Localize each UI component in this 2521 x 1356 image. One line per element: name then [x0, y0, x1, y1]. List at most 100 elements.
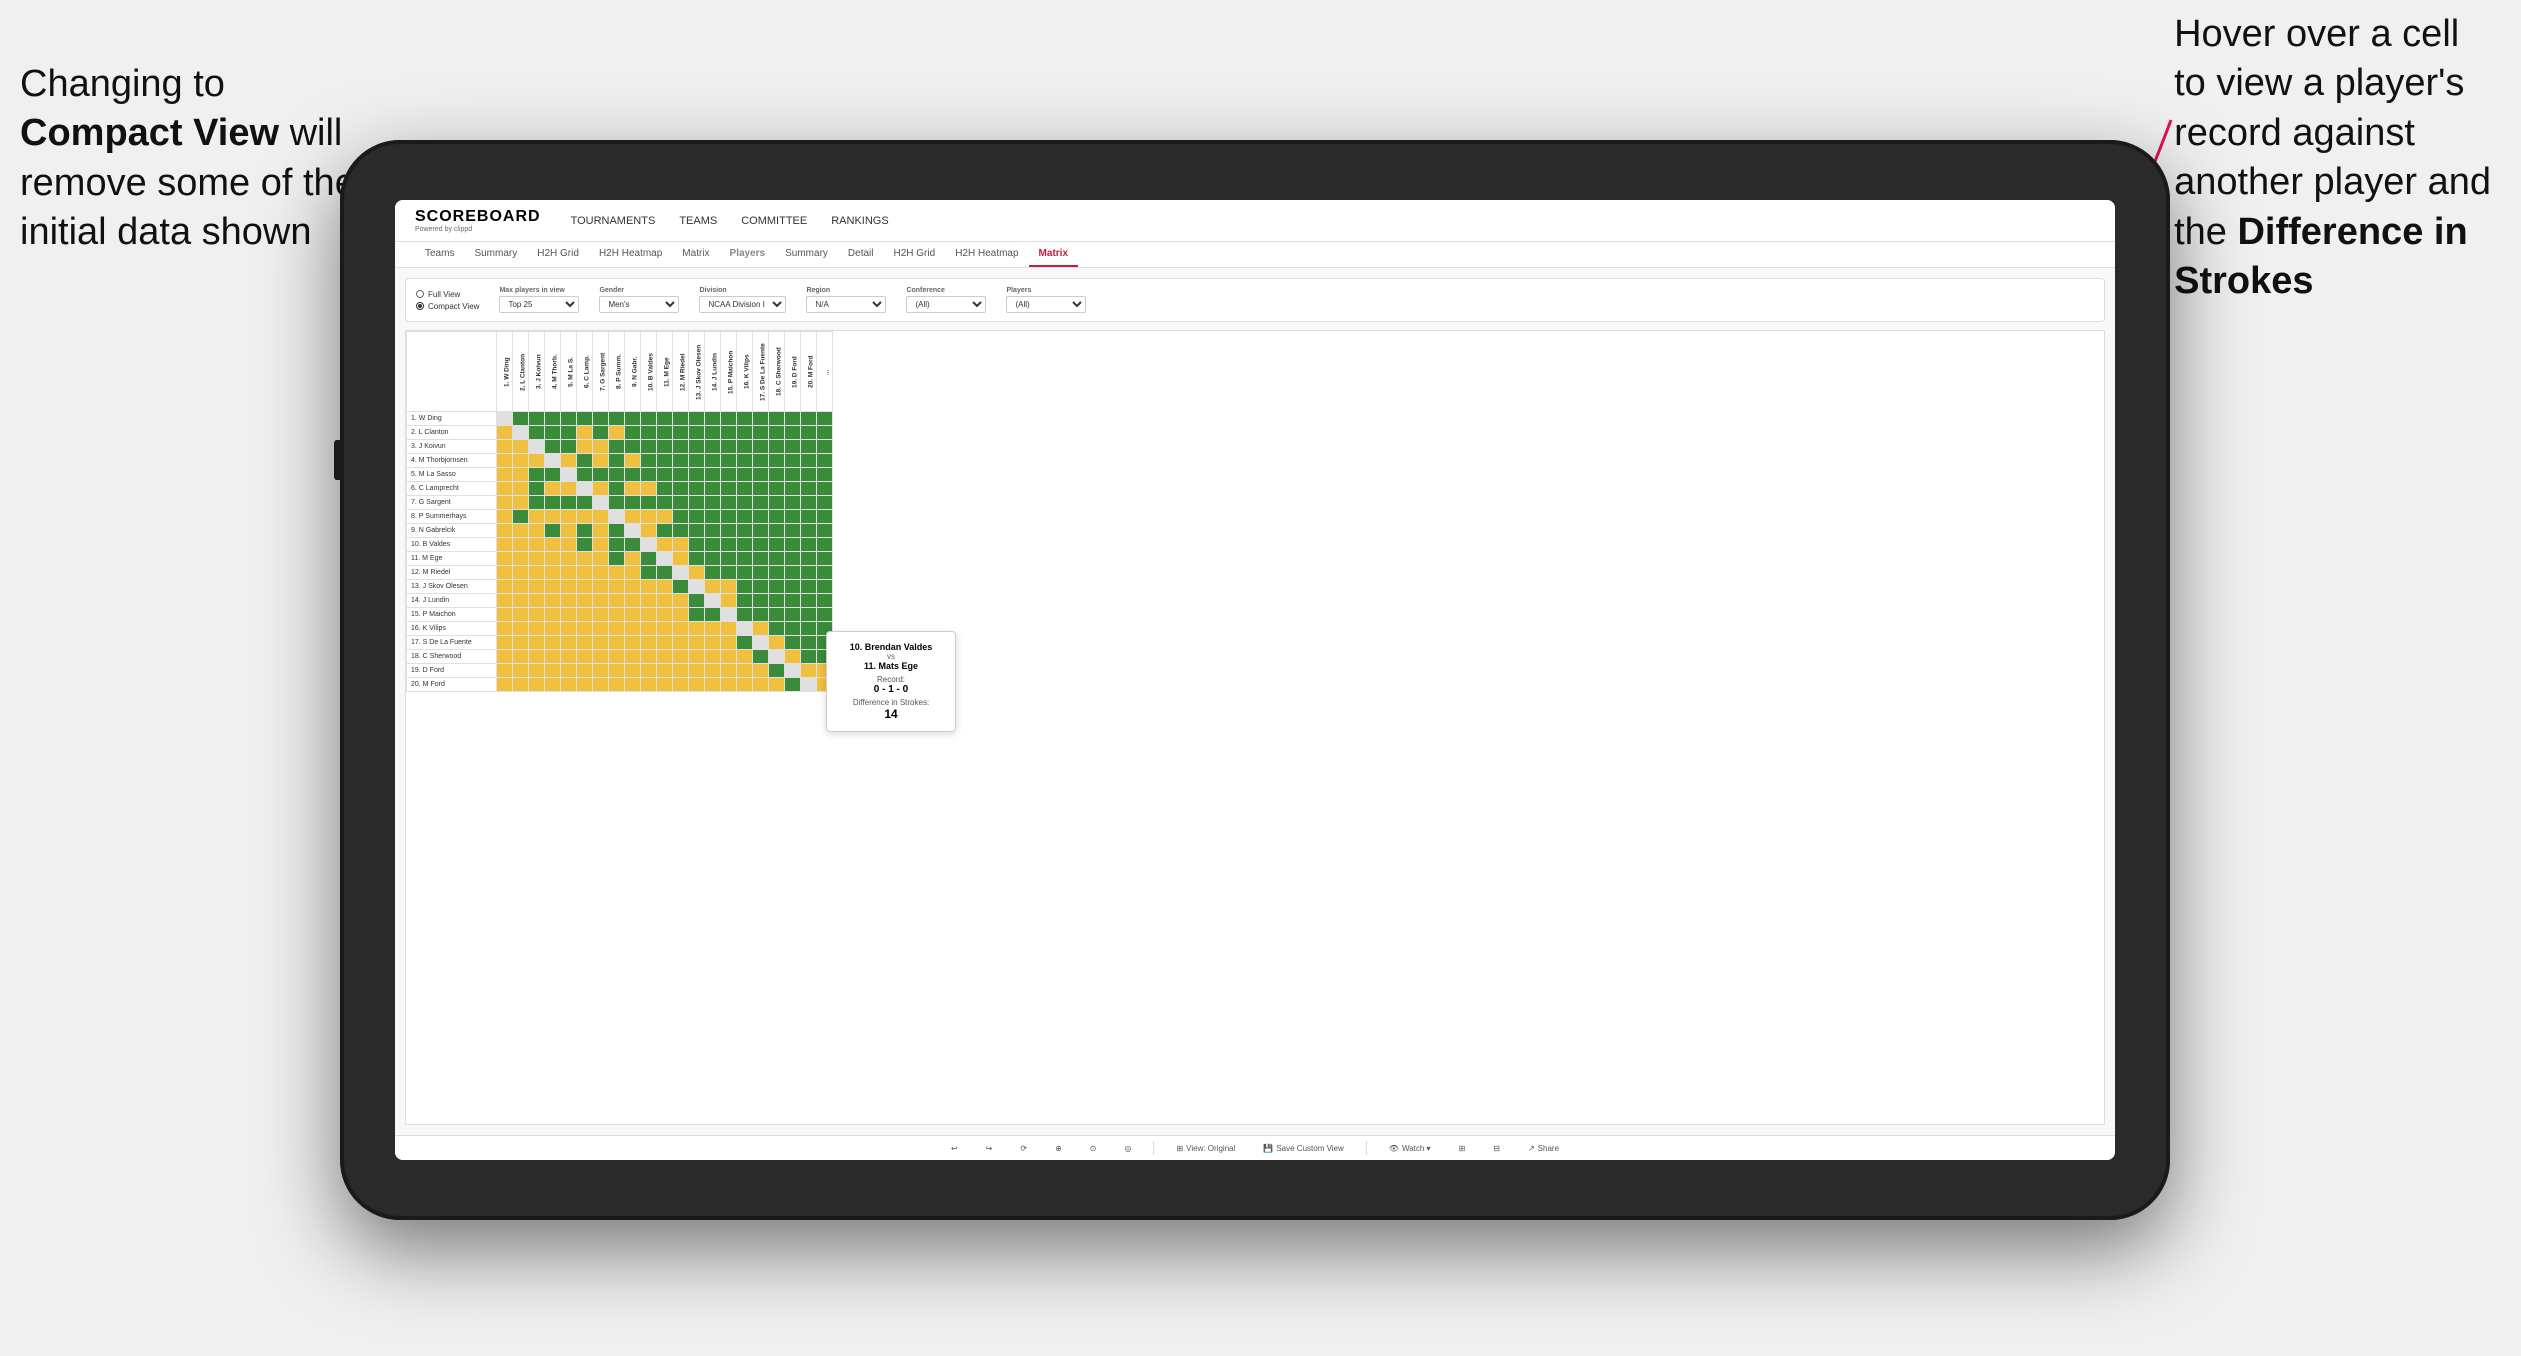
matrix-cell[interactable] — [785, 636, 801, 650]
matrix-cell[interactable] — [561, 580, 577, 594]
matrix-cell[interactable] — [801, 538, 817, 552]
matrix-cell[interactable] — [673, 636, 689, 650]
matrix-cell[interactable] — [689, 440, 705, 454]
table-row[interactable]: 20. M Ford — [407, 678, 833, 692]
matrix-cell[interactable] — [497, 440, 513, 454]
matrix-cell[interactable] — [529, 552, 545, 566]
matrix-cell[interactable] — [721, 594, 737, 608]
matrix-cell[interactable] — [561, 594, 577, 608]
matrix-cell[interactable] — [545, 524, 561, 538]
save-custom-btn[interactable]: 💾 Save Custom View — [1257, 1142, 1349, 1155]
matrix-cell[interactable] — [817, 440, 833, 454]
matrix-cell[interactable] — [673, 510, 689, 524]
matrix-cell[interactable] — [497, 678, 513, 692]
gender-select[interactable]: Men's — [599, 296, 679, 313]
matrix-cell[interactable] — [721, 426, 737, 440]
matrix-cell[interactable] — [513, 650, 529, 664]
matrix-cell[interactable] — [673, 594, 689, 608]
matrix-cell[interactable] — [737, 650, 753, 664]
tab-players-detail[interactable]: Detail — [838, 242, 884, 267]
matrix-cell[interactable] — [737, 440, 753, 454]
matrix-cell[interactable] — [545, 650, 561, 664]
matrix-cell[interactable] — [817, 524, 833, 538]
matrix-cell[interactable] — [593, 622, 609, 636]
matrix-cell[interactable] — [721, 496, 737, 510]
matrix-cell[interactable] — [609, 636, 625, 650]
full-view-radio[interactable] — [416, 290, 424, 298]
matrix-cell[interactable] — [625, 496, 641, 510]
matrix-cell[interactable] — [801, 636, 817, 650]
matrix-cell[interactable] — [721, 468, 737, 482]
matrix-cell[interactable] — [689, 524, 705, 538]
view-original-btn[interactable]: ⊞ View: Original — [1170, 1142, 1241, 1155]
table-row[interactable]: 11. M Ege — [407, 552, 833, 566]
matrix-cell[interactable] — [641, 454, 657, 468]
table-row[interactable]: 2. L Clanton — [407, 426, 833, 440]
matrix-cell[interactable] — [705, 678, 721, 692]
zoom-in-btn[interactable]: ⊕ — [1049, 1142, 1068, 1155]
matrix-cell[interactable] — [609, 608, 625, 622]
table-row[interactable]: 19. D Ford — [407, 664, 833, 678]
nav-rankings[interactable]: RANKINGS — [831, 211, 888, 231]
matrix-cell[interactable] — [561, 650, 577, 664]
matrix-cell[interactable] — [817, 566, 833, 580]
matrix-cell[interactable] — [785, 482, 801, 496]
matrix-cell[interactable] — [609, 566, 625, 580]
matrix-cell[interactable] — [529, 608, 545, 622]
matrix-cell[interactable] — [737, 622, 753, 636]
matrix-cell[interactable] — [609, 496, 625, 510]
matrix-cell[interactable] — [769, 454, 785, 468]
table-row[interactable]: 1. W Ding — [407, 412, 833, 426]
matrix-cell[interactable] — [529, 524, 545, 538]
matrix-cell[interactable] — [689, 412, 705, 426]
matrix-cell[interactable] — [673, 664, 689, 678]
matrix-cell[interactable] — [753, 454, 769, 468]
matrix-cell[interactable] — [625, 608, 641, 622]
matrix-cell[interactable] — [625, 580, 641, 594]
matrix-cell[interactable] — [609, 426, 625, 440]
matrix-cell[interactable] — [625, 552, 641, 566]
matrix-cell[interactable] — [497, 636, 513, 650]
matrix-cell[interactable] — [769, 664, 785, 678]
matrix-cell[interactable] — [545, 678, 561, 692]
matrix-cell[interactable] — [721, 580, 737, 594]
matrix-cell[interactable] — [641, 622, 657, 636]
matrix-cell[interactable] — [529, 650, 545, 664]
matrix-cell[interactable] — [721, 510, 737, 524]
matrix-cell[interactable] — [561, 552, 577, 566]
matrix-cell[interactable] — [769, 678, 785, 692]
matrix-cell[interactable] — [593, 580, 609, 594]
matrix-cell[interactable] — [817, 454, 833, 468]
matrix-cell[interactable] — [577, 552, 593, 566]
matrix-cell[interactable] — [657, 454, 673, 468]
matrix-cell[interactable] — [689, 454, 705, 468]
matrix-cell[interactable] — [497, 650, 513, 664]
matrix-cell[interactable] — [753, 622, 769, 636]
matrix-cell[interactable] — [689, 468, 705, 482]
matrix-cell[interactable] — [513, 524, 529, 538]
matrix-cell[interactable] — [705, 580, 721, 594]
matrix-cell[interactable] — [785, 664, 801, 678]
options-btn[interactable]: ⊙ — [1084, 1142, 1103, 1155]
matrix-cell[interactable] — [625, 524, 641, 538]
matrix-cell[interactable] — [785, 566, 801, 580]
matrix-cell[interactable] — [785, 608, 801, 622]
tab-teams[interactable]: Teams — [415, 242, 464, 267]
matrix-cell[interactable] — [641, 496, 657, 510]
matrix-cell[interactable] — [593, 650, 609, 664]
matrix-cell[interactable] — [593, 678, 609, 692]
refresh-btn[interactable]: ⟳ — [1014, 1142, 1033, 1155]
nav-teams[interactable]: TEAMS — [679, 211, 717, 231]
matrix-cell[interactable] — [689, 482, 705, 496]
matrix-cell[interactable] — [513, 454, 529, 468]
matrix-cell[interactable] — [689, 538, 705, 552]
table-row[interactable]: 7. G Sargent — [407, 496, 833, 510]
matrix-cell[interactable] — [657, 594, 673, 608]
matrix-cell[interactable] — [513, 622, 529, 636]
matrix-cell[interactable] — [577, 566, 593, 580]
matrix-cell[interactable] — [817, 426, 833, 440]
table-row[interactable]: 8. P Summerhays — [407, 510, 833, 524]
tab-h2h-heatmap[interactable]: H2H Heatmap — [589, 242, 672, 267]
matrix-cell[interactable] — [657, 552, 673, 566]
matrix-cell[interactable] — [705, 538, 721, 552]
